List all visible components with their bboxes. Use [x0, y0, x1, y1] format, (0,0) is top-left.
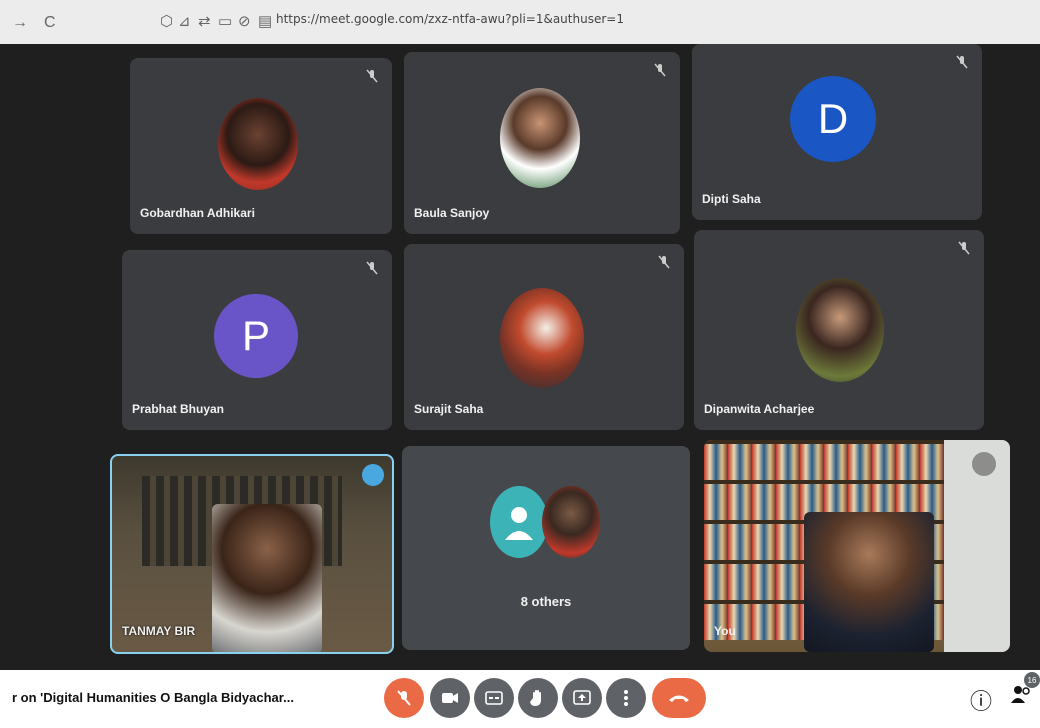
hand-icon: [530, 690, 541, 706]
participant-name: Surajit Saha: [414, 402, 484, 416]
avatar-letter: P: [241, 312, 270, 359]
present-button[interactable]: [562, 678, 602, 718]
raise-hand-button[interactable]: [518, 678, 558, 718]
leave-call-button[interactable]: [652, 678, 706, 718]
mic-off-icon: [366, 69, 378, 83]
others-tile[interactable]: 8 others: [402, 446, 690, 650]
participant-tile[interactable]: Dipanwita Acharjee: [694, 230, 984, 430]
permissions-icon[interactable]: ⇄: [198, 12, 211, 30]
browser-toolbar: → C ⬡ ⊿ ⇄ ▭ ⊘ ▤ https://meet.google.com/…: [0, 0, 1040, 44]
avatar-letter: D: [817, 95, 849, 142]
meeting-title: r on 'Digital Humanities O Bangla Bidyac…: [12, 690, 294, 705]
participant-name: Baula Sanjoy: [414, 206, 490, 220]
meeting-stage: Gobardhan Adhikari Baula Sanjoy D Dipti …: [0, 44, 1040, 684]
avatar: [796, 278, 884, 382]
self-tile[interactable]: You: [704, 440, 1010, 652]
participant-video: [804, 512, 934, 652]
participant-count-badge: 16: [1024, 672, 1040, 688]
avatar: [500, 288, 584, 388]
address-bar[interactable]: https://meet.google.com/zxz-ntfa-awu?pli…: [276, 12, 624, 26]
shield-icon: ⬡: [160, 13, 174, 30]
mic-off-icon: [958, 241, 970, 255]
person-icon: [490, 486, 548, 558]
participant-tile[interactable]: P Prabhat Bhuyan: [122, 250, 392, 430]
mic-toggle-button[interactable]: [384, 678, 424, 718]
participant-name: TANMAY BIR: [122, 624, 196, 638]
captions-button[interactable]: [474, 678, 514, 718]
people-icon[interactable]: [1010, 684, 1032, 710]
mic-off-icon: [397, 690, 411, 706]
camera-permission-icon[interactable]: ▭: [218, 12, 232, 30]
more-options-button[interactable]: [606, 678, 646, 718]
mic-off-icon: [972, 452, 996, 476]
participant-name: Dipanwita Acharjee: [704, 402, 815, 416]
participant-video: [212, 504, 322, 652]
participant-name: Gobardhan Adhikari: [140, 206, 255, 220]
lock-icon: ⊿: [178, 13, 191, 30]
meeting-controls-bar: r on 'Digital Humanities O Bangla Bidyac…: [0, 670, 1040, 728]
hangup-icon: [669, 695, 689, 702]
participant-tile[interactable]: Surajit Saha: [404, 244, 684, 430]
camera-icon: [442, 693, 458, 703]
speaking-indicator-icon: [362, 464, 384, 486]
others-count: 8 others: [520, 594, 572, 609]
avatar: [500, 88, 580, 188]
participant-tile[interactable]: Baula Sanjoy: [404, 52, 680, 234]
avatar: [542, 486, 600, 558]
captions-icon: [485, 691, 503, 705]
mic-off-icon: [658, 255, 670, 269]
participant-name: You: [714, 624, 736, 638]
reload-icon[interactable]: C: [44, 14, 56, 32]
camera-toggle-button[interactable]: [430, 678, 470, 718]
avatar: P: [214, 294, 298, 378]
mic-off-icon: [956, 55, 968, 69]
participant-tile[interactable]: TANMAY BIR: [110, 454, 394, 654]
participant-tile[interactable]: Gobardhan Adhikari: [130, 58, 392, 234]
participant-tile[interactable]: D Dipti Saha: [692, 44, 982, 220]
mic-off-icon: [654, 63, 666, 77]
avatar: [218, 98, 298, 190]
participant-name: Dipti Saha: [702, 192, 761, 206]
avatar: D: [790, 76, 876, 162]
forward-icon[interactable]: →: [12, 14, 28, 32]
mic-permission-icon[interactable]: ⊘: [238, 12, 251, 30]
info-icon[interactable]: ⓘ: [970, 684, 992, 716]
reader-icon[interactable]: ▤: [258, 12, 272, 30]
more-icon: [624, 690, 628, 706]
participant-name: Prabhat Bhuyan: [132, 402, 225, 416]
mic-off-icon: [366, 261, 378, 275]
present-icon: [573, 690, 591, 705]
